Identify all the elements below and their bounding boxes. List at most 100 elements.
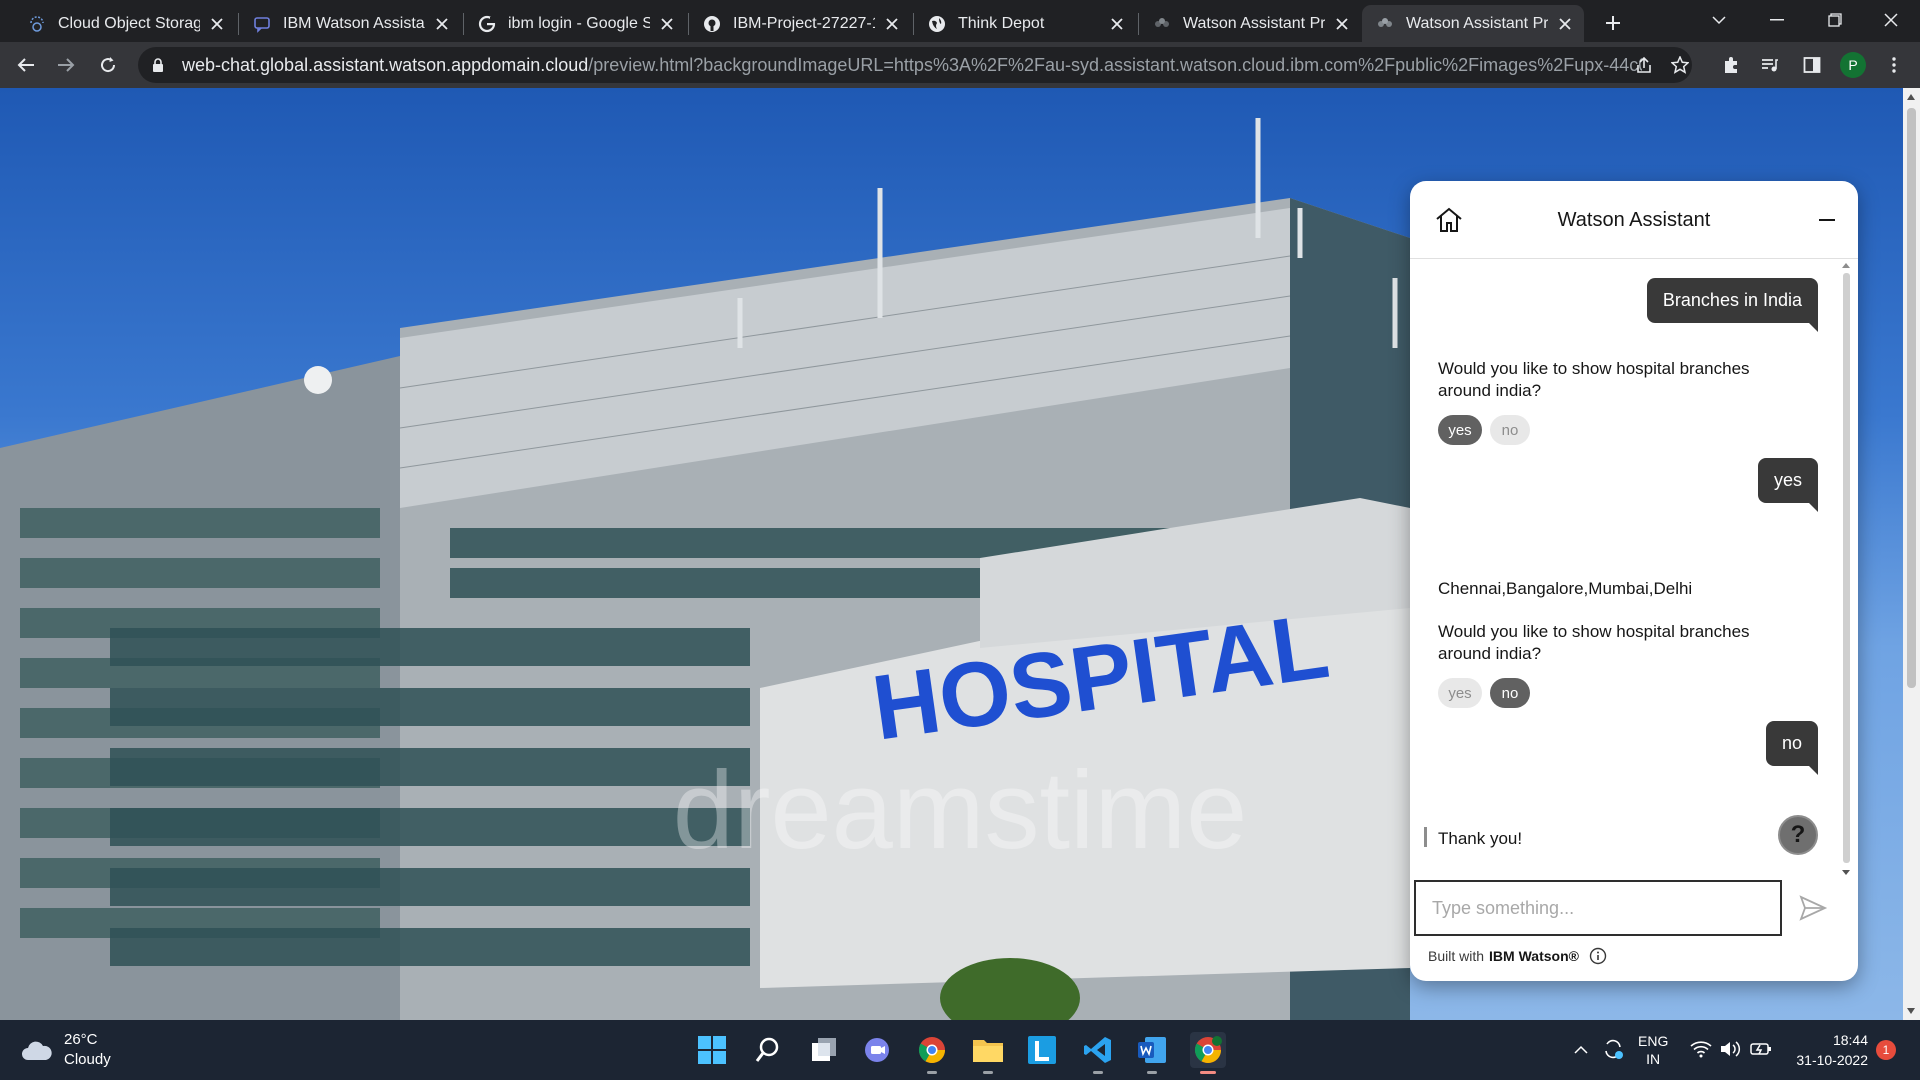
minimize-window-button[interactable]	[1748, 0, 1806, 40]
volume-icon[interactable]	[1720, 1040, 1742, 1061]
option-yes-button[interactable]: yes	[1438, 678, 1482, 708]
task-view-button[interactable]	[806, 1032, 842, 1068]
bookmark-button[interactable]	[1664, 49, 1696, 81]
vscode-button[interactable]	[1080, 1032, 1116, 1074]
minimize-chat-button[interactable]	[1812, 205, 1842, 235]
arrow-right-icon	[58, 58, 75, 72]
plus-icon	[1606, 16, 1620, 30]
url-host: web-chat.global.assistant.watson.appdoma…	[182, 54, 589, 75]
page-scrollbar[interactable]	[1903, 88, 1920, 1020]
word-button[interactable]	[1134, 1032, 1170, 1074]
language-indicator[interactable]: ENG IN	[1638, 1032, 1668, 1068]
tab-title: Watson Assistant Prev	[1406, 14, 1548, 32]
close-icon	[1884, 13, 1898, 27]
close-tab-icon[interactable]	[883, 15, 901, 33]
address-bar[interactable]: web-chat.global.assistant.watson.appdoma…	[138, 47, 1692, 83]
minimize-icon	[1770, 19, 1784, 21]
message-input[interactable]	[1414, 880, 1782, 936]
vscode-icon	[1084, 1037, 1111, 1063]
show-hidden-icons-button[interactable]	[1574, 1042, 1588, 1058]
side-panel-button[interactable]	[1796, 49, 1828, 81]
option-no-button[interactable]: no	[1490, 678, 1530, 708]
chrome-icon	[918, 1037, 946, 1064]
chat-scroll-up-icon[interactable]	[1842, 263, 1850, 268]
teams-chat-button[interactable]	[860, 1032, 896, 1068]
word-icon	[1138, 1037, 1166, 1063]
message-list: Branches in India Would you like to show…	[1410, 260, 1858, 880]
battery-icon[interactable]	[1750, 1040, 1772, 1061]
windows-icon	[698, 1036, 726, 1064]
close-tab-icon[interactable]	[208, 15, 226, 33]
close-tab-icon[interactable]	[1108, 15, 1126, 33]
start-button[interactable]	[694, 1032, 730, 1068]
chat-scroll-down-icon[interactable]	[1842, 870, 1850, 875]
watson-chat-window: Watson Assistant Branches in India Would…	[1410, 181, 1858, 981]
tab-search-button[interactable]	[1690, 0, 1748, 40]
search-icon	[755, 1037, 779, 1062]
lock-icon	[150, 57, 166, 73]
sync-status-button[interactable]	[1602, 1038, 1624, 1063]
chat-footer: Built with IBM Watson®	[1428, 947, 1607, 965]
close-tab-icon[interactable]	[1333, 15, 1351, 33]
wifi-icon[interactable]	[1690, 1040, 1712, 1061]
scroll-up-icon[interactable]	[1907, 94, 1915, 100]
task-view-icon	[812, 1038, 836, 1061]
clock[interactable]: 18:44 31-10-2022	[1790, 1030, 1868, 1070]
minus-icon	[1819, 219, 1835, 221]
option-no-button[interactable]: no	[1490, 415, 1530, 445]
tab-github-project[interactable]: IBM-Project-27227-1(	[689, 5, 911, 42]
notification-badge[interactable]: 1	[1876, 1040, 1896, 1060]
user-message: yes	[1757, 458, 1819, 512]
close-tab-icon[interactable]	[433, 15, 451, 33]
windows-taskbar: 26°C Cloudy ENG IN 18:44 31-10-2022 1	[0, 1020, 1920, 1080]
new-tab-button[interactable]	[1598, 8, 1628, 38]
scrollbar-thumb[interactable]	[1907, 108, 1916, 688]
file-explorer-button[interactable]	[970, 1032, 1006, 1074]
reload-button[interactable]	[92, 49, 124, 81]
option-yes-button[interactable]: yes	[1438, 415, 1482, 445]
watson-icon	[1376, 15, 1394, 33]
close-window-button[interactable]	[1862, 0, 1920, 40]
profile-avatar[interactable]: P	[1840, 52, 1866, 78]
tab-think-depot[interactable]: Think Depot	[914, 5, 1136, 42]
puzzle-icon	[1725, 57, 1737, 73]
l-app-button[interactable]	[1024, 1032, 1060, 1068]
tab-title: IBM-Project-27227-1(	[733, 14, 875, 32]
media-controls-button[interactable]	[1754, 49, 1786, 81]
search-button[interactable]	[750, 1032, 786, 1068]
forward-button[interactable]	[50, 49, 82, 81]
chat-scroll-thumb[interactable]	[1843, 273, 1850, 863]
info-icon[interactable]	[1589, 947, 1607, 965]
tab-title: Think Depot	[958, 14, 1045, 32]
tab-ibm-watson-assistant[interactable]: IBM Watson Assistant	[239, 5, 461, 42]
menu-button[interactable]	[1878, 49, 1910, 81]
tab-ibm-login-google[interactable]: ibm login - Google Se	[464, 5, 686, 42]
back-button[interactable]	[10, 49, 42, 81]
url-text[interactable]: web-chat.global.assistant.watson.appdoma…	[182, 55, 1642, 76]
chat-scrollbar[interactable]	[1840, 263, 1852, 875]
tab-cloud-object-storage[interactable]: Cloud Object Storage	[14, 5, 236, 42]
cloud-storage-icon	[28, 15, 46, 33]
tab-watson-preview-active[interactable]: Watson Assistant Prev	[1362, 5, 1584, 42]
close-tab-icon[interactable]	[658, 15, 676, 33]
star-icon	[1671, 56, 1689, 74]
scroll-down-icon[interactable]	[1907, 1008, 1915, 1014]
restore-window-button[interactable]	[1806, 0, 1864, 40]
user-message: no	[1765, 721, 1819, 775]
tab-title: IBM Watson Assistant	[283, 14, 425, 32]
chrome-taskbar-button[interactable]	[914, 1032, 950, 1074]
chrome-profile-taskbar-button[interactable]	[1190, 1032, 1226, 1074]
weather-widget[interactable]: 26°C Cloudy	[20, 1030, 111, 1070]
google-icon	[478, 15, 496, 33]
globe-icon	[928, 15, 946, 33]
send-button[interactable]	[1798, 894, 1828, 922]
cloud-icon	[22, 1041, 52, 1060]
extensions-button[interactable]	[1715, 49, 1747, 81]
tab-watson-preview-1[interactable]: Watson Assistant Prev	[1139, 5, 1361, 42]
help-button[interactable]: ?	[1778, 815, 1818, 855]
weather-desc: Cloudy	[64, 1051, 111, 1068]
url-path: /preview.html?backgroundImageURL=https%3…	[588, 54, 1642, 75]
share-button[interactable]	[1628, 49, 1660, 81]
folder-icon	[973, 1040, 1003, 1062]
close-tab-icon[interactable]	[1556, 15, 1574, 33]
